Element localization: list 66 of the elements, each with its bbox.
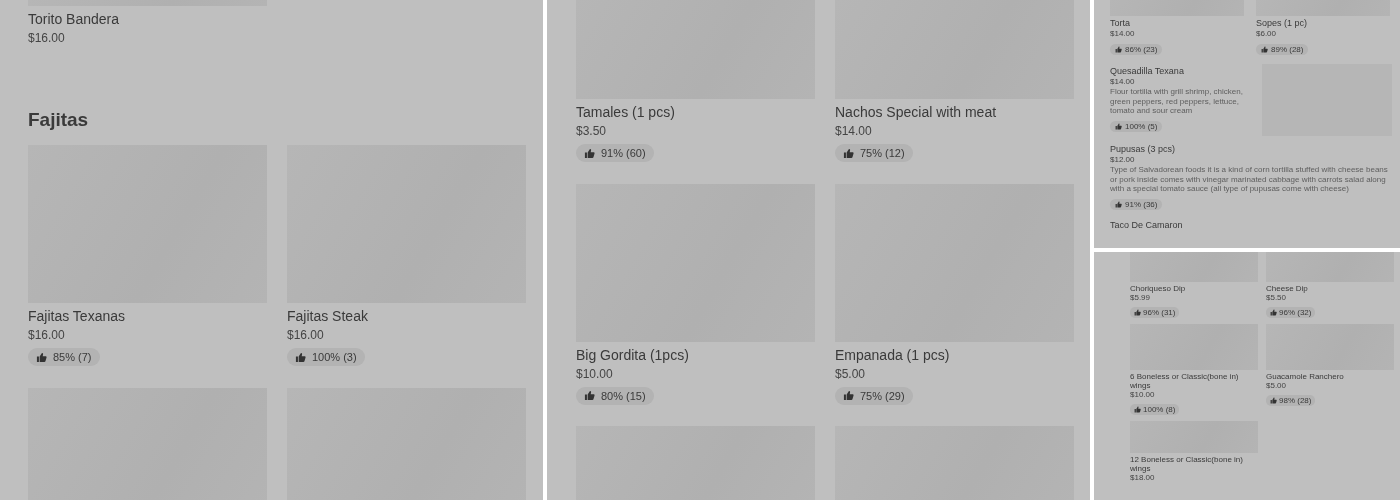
dish-price: $14.00: [835, 124, 873, 139]
image-placeholder[interactable]: [1130, 252, 1258, 282]
dish-price: $3.50: [576, 124, 608, 139]
dish-price: $16.00: [28, 328, 66, 343]
dish-price: $16.00: [28, 31, 66, 46]
dish-price: $6.00: [1256, 29, 1278, 39]
thumbs-up-icon: [1115, 46, 1122, 53]
section-heading: Fajitas: [28, 109, 90, 131]
dish-name[interactable]: Guacamole Ranchero: [1266, 372, 1394, 381]
rating-text: 89% (28): [1271, 45, 1304, 54]
dish-description: Type of Salvadorean foods it is a kind of corn tortilla stuffed with cheese beans or pork inside comes with vinegar marinated cabbage with carrots salad along with a special tomato sauce (all type of pupusas come with cheese): [1110, 165, 1389, 194]
dish-name[interactable]: Empanada (1 pcs): [835, 346, 1074, 364]
rating-text: 85% (7): [53, 351, 92, 363]
dish-name[interactable]: 12 Boneless or Classic(bone in) wings: [1130, 455, 1258, 473]
rating-text: 96% (32): [1279, 308, 1312, 317]
dish-price: $5.50: [1266, 293, 1288, 302]
thumbs-up-icon: [584, 147, 595, 159]
thumbs-up-icon: [295, 351, 306, 363]
dish-name[interactable]: Quesadilla Texana: [1110, 66, 1256, 77]
dish-price: $14.00: [1110, 77, 1136, 87]
dish-name[interactable]: Big Gordita (1pcs): [576, 346, 815, 364]
rating-text: 98% (28): [1279, 396, 1312, 405]
rating-text: 86% (23): [1125, 45, 1158, 54]
dish-price: $5.00: [1266, 381, 1288, 390]
thumbs-up-icon: [1115, 200, 1122, 208]
thumbs-up-icon: [1261, 46, 1268, 53]
thumbs-up-icon: [1115, 122, 1122, 130]
dish-name[interactable]: Taco De Camaron: [1110, 219, 1392, 231]
dish-name[interactable]: Torta: [1110, 18, 1244, 29]
rating-text: 100% (5): [1125, 121, 1158, 131]
rating-text: 100% (3): [312, 351, 357, 363]
dish-name[interactable]: Cheese Dip: [1266, 284, 1394, 293]
dish-price: $14.00: [1110, 29, 1136, 39]
dish-description: Flour tortilla with grill shrimp, chicken, green peppers, red peppers, lettuce, tomato and sour cream: [1110, 87, 1244, 116]
dish-price: $5.00: [835, 366, 867, 382]
dish-price: $12.00: [1110, 155, 1136, 165]
dish-name[interactable]: Fajitas Steak: [287, 308, 526, 325]
rating-text: 100% (8): [1143, 405, 1176, 414]
dish-price: $5.99: [1130, 293, 1152, 302]
dish-price: $10.00: [576, 366, 614, 382]
thumbs-up-icon: [843, 390, 854, 401]
dish-price: $16.00: [287, 328, 325, 343]
dish-name[interactable]: Choriqueso Dip: [1130, 284, 1258, 293]
dish-name[interactable]: Nachos Special with meat: [835, 104, 1074, 121]
rating-text: 75% (29): [860, 389, 905, 402]
dish-name[interactable]: Pupusas (3 pcs): [1110, 144, 1392, 155]
thumbs-up-icon: [1270, 397, 1277, 404]
dish-name[interactable]: Torito Bandera: [28, 11, 267, 28]
dish-name[interactable]: Sopes (1 pc): [1256, 18, 1390, 29]
dish-name[interactable]: 6 Boneless or Classic(bone in) wings: [1130, 372, 1258, 390]
dish-name[interactable]: Tamales (1 pcs): [576, 104, 815, 121]
rating-text: 91% (60): [601, 147, 646, 159]
rating-text: 91% (36): [1125, 199, 1158, 209]
dish-price: $10.00: [1130, 390, 1156, 399]
thumbs-up-icon: [1270, 309, 1277, 316]
dish-price: $18.00: [1130, 473, 1156, 482]
dish-name[interactable]: Fajitas Texanas: [28, 308, 267, 325]
thumbs-up-icon: [1134, 309, 1141, 316]
thumbs-up-icon: [843, 147, 854, 159]
thumbs-up-icon: [584, 390, 595, 401]
thumbs-up-icon: [1134, 406, 1141, 413]
rating-text: 80% (15): [601, 389, 646, 402]
thumbs-up-icon: [36, 351, 47, 363]
rating-text: 75% (12): [860, 147, 905, 159]
rating-text: 96% (31): [1143, 308, 1176, 317]
image-placeholder[interactable]: [1266, 252, 1394, 282]
